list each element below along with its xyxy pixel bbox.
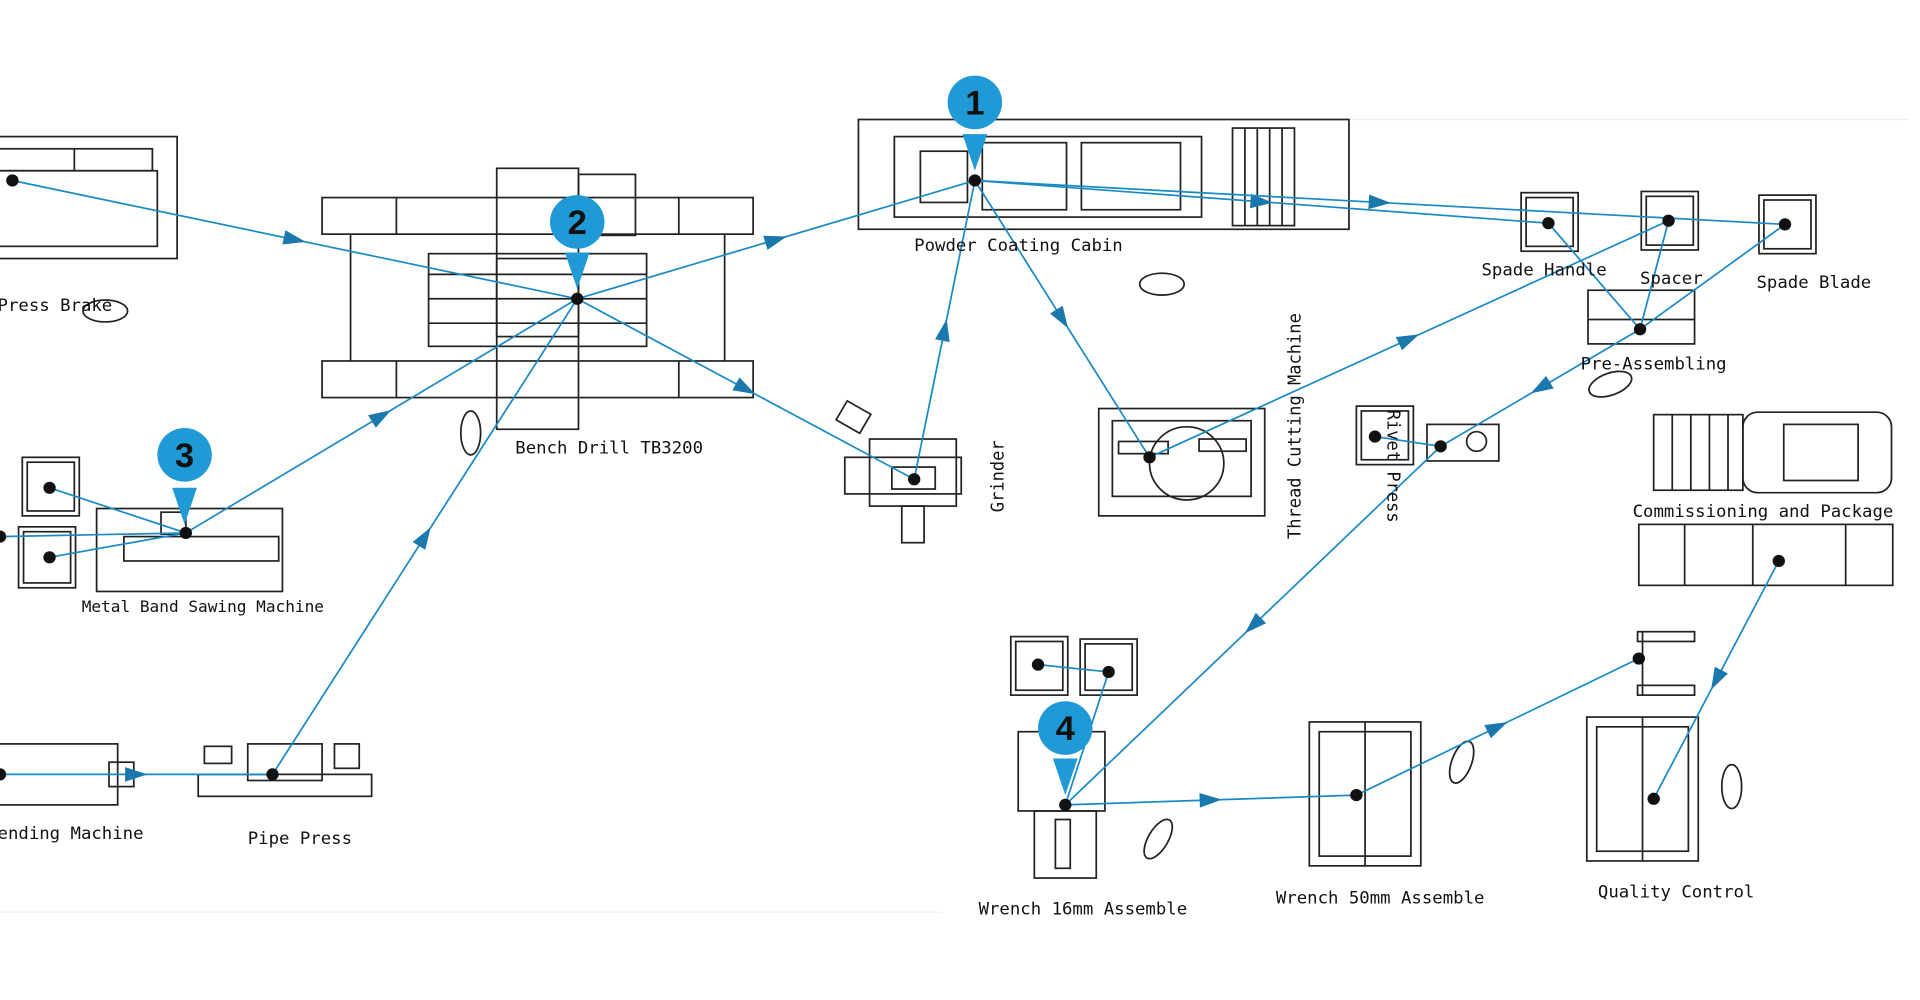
station-node: [1368, 430, 1382, 443]
station-node: [1778, 218, 1792, 231]
wrench-16mm-station: [1009, 635, 1139, 879]
station-node: [1434, 440, 1447, 453]
label-wrench-16: Wrench 16mm Assemble: [979, 900, 1188, 920]
flow-arrow-icon: [935, 319, 950, 343]
station-node: [1542, 217, 1555, 230]
flow-arrow-icon: [1368, 194, 1392, 210]
flow-arrow-icon: [763, 235, 787, 250]
step-marker-3[interactable]: 3: [157, 428, 212, 525]
station-node: [1633, 323, 1647, 336]
label-quality-control: Quality Control: [1598, 883, 1754, 903]
station-node: [43, 481, 56, 494]
flow-arrow-icon: [1711, 666, 1728, 690]
station-node: [179, 526, 192, 540]
station-node: [1772, 554, 1785, 568]
flow-arrow-icon: [1199, 793, 1222, 808]
svg-text:2: 2: [568, 204, 587, 242]
label-spacer: Spacer: [1640, 269, 1703, 289]
label-spade-blade: Spade Blade: [1756, 273, 1871, 293]
station-node: [1647, 792, 1660, 805]
flow-arrow-icon: [412, 527, 431, 550]
station-node: [43, 551, 56, 564]
station-node: [6, 174, 19, 187]
label-pipe-press: Pipe Press: [248, 829, 352, 849]
step-marker-1[interactable]: 1: [947, 75, 1003, 171]
station-node: [1662, 214, 1675, 227]
station-node: [0, 530, 7, 543]
flow-arrow-icon: [1484, 721, 1508, 739]
commissioning-and-package: [1637, 411, 1894, 587]
thread-cutting-machine: [1097, 407, 1266, 517]
svg-text:1: 1: [965, 85, 984, 123]
powder-coating-cabin: [857, 118, 1350, 231]
pipe-press: [197, 743, 373, 798]
label-bending-machine: ending Machine: [0, 824, 144, 844]
label-pre-assembling: Pre-Assembling: [1581, 355, 1727, 375]
station-node: [571, 292, 584, 305]
station-node: [1031, 658, 1045, 671]
label-spade-handle: Spade Handle: [1481, 261, 1606, 281]
svg-text:3: 3: [175, 437, 194, 475]
label-powder-coating: Powder Coating Cabin: [914, 236, 1123, 256]
station-node: [1059, 798, 1072, 811]
label-metal-band-saw: Metal Band Sawing Machine: [82, 597, 324, 616]
flow-arrow-icon: [1049, 305, 1069, 329]
factory-layout-diagram: Press Brake Bench Drill TB3200 Powder Co…: [0, 75, 1908, 920]
flow-arrow-icon: [125, 767, 148, 782]
svg-text:4: 4: [1056, 710, 1075, 748]
label-wrench-50: Wrench 50mm Assemble: [1276, 889, 1485, 909]
press-brake: [0, 135, 179, 260]
pre-assembling-table: [1587, 289, 1696, 345]
label-grinder: Grinder: [988, 440, 1008, 512]
flow-arrow-icon: [1395, 334, 1420, 351]
label-press-brake: Press Brake: [0, 296, 112, 316]
label-rivet-press: Rivet Press: [1382, 410, 1402, 523]
station-node: [968, 174, 982, 187]
flow-arrow-icon: [282, 230, 306, 245]
station-node: [266, 768, 279, 781]
label-bench-drill: Bench Drill TB3200: [515, 439, 703, 459]
station-node: [907, 473, 921, 486]
station-node: [0, 768, 7, 781]
station-node: [1350, 789, 1363, 802]
flow-arrow-icon: [368, 410, 392, 428]
flow-arrow-icon: [1530, 375, 1554, 394]
flow-line: [1037, 663, 1109, 673]
station-node: [1102, 665, 1115, 679]
station-node: [1143, 451, 1156, 464]
label-thread-cutting: Thread Cutting Machine: [1286, 313, 1306, 539]
station-node: [1632, 652, 1646, 665]
bench-drill: [321, 167, 755, 431]
label-commissioning: Commissioning and Package: [1633, 502, 1894, 522]
wrench-50mm-station: [1308, 721, 1422, 867]
metal-band-sawing-machine: [17, 456, 284, 593]
